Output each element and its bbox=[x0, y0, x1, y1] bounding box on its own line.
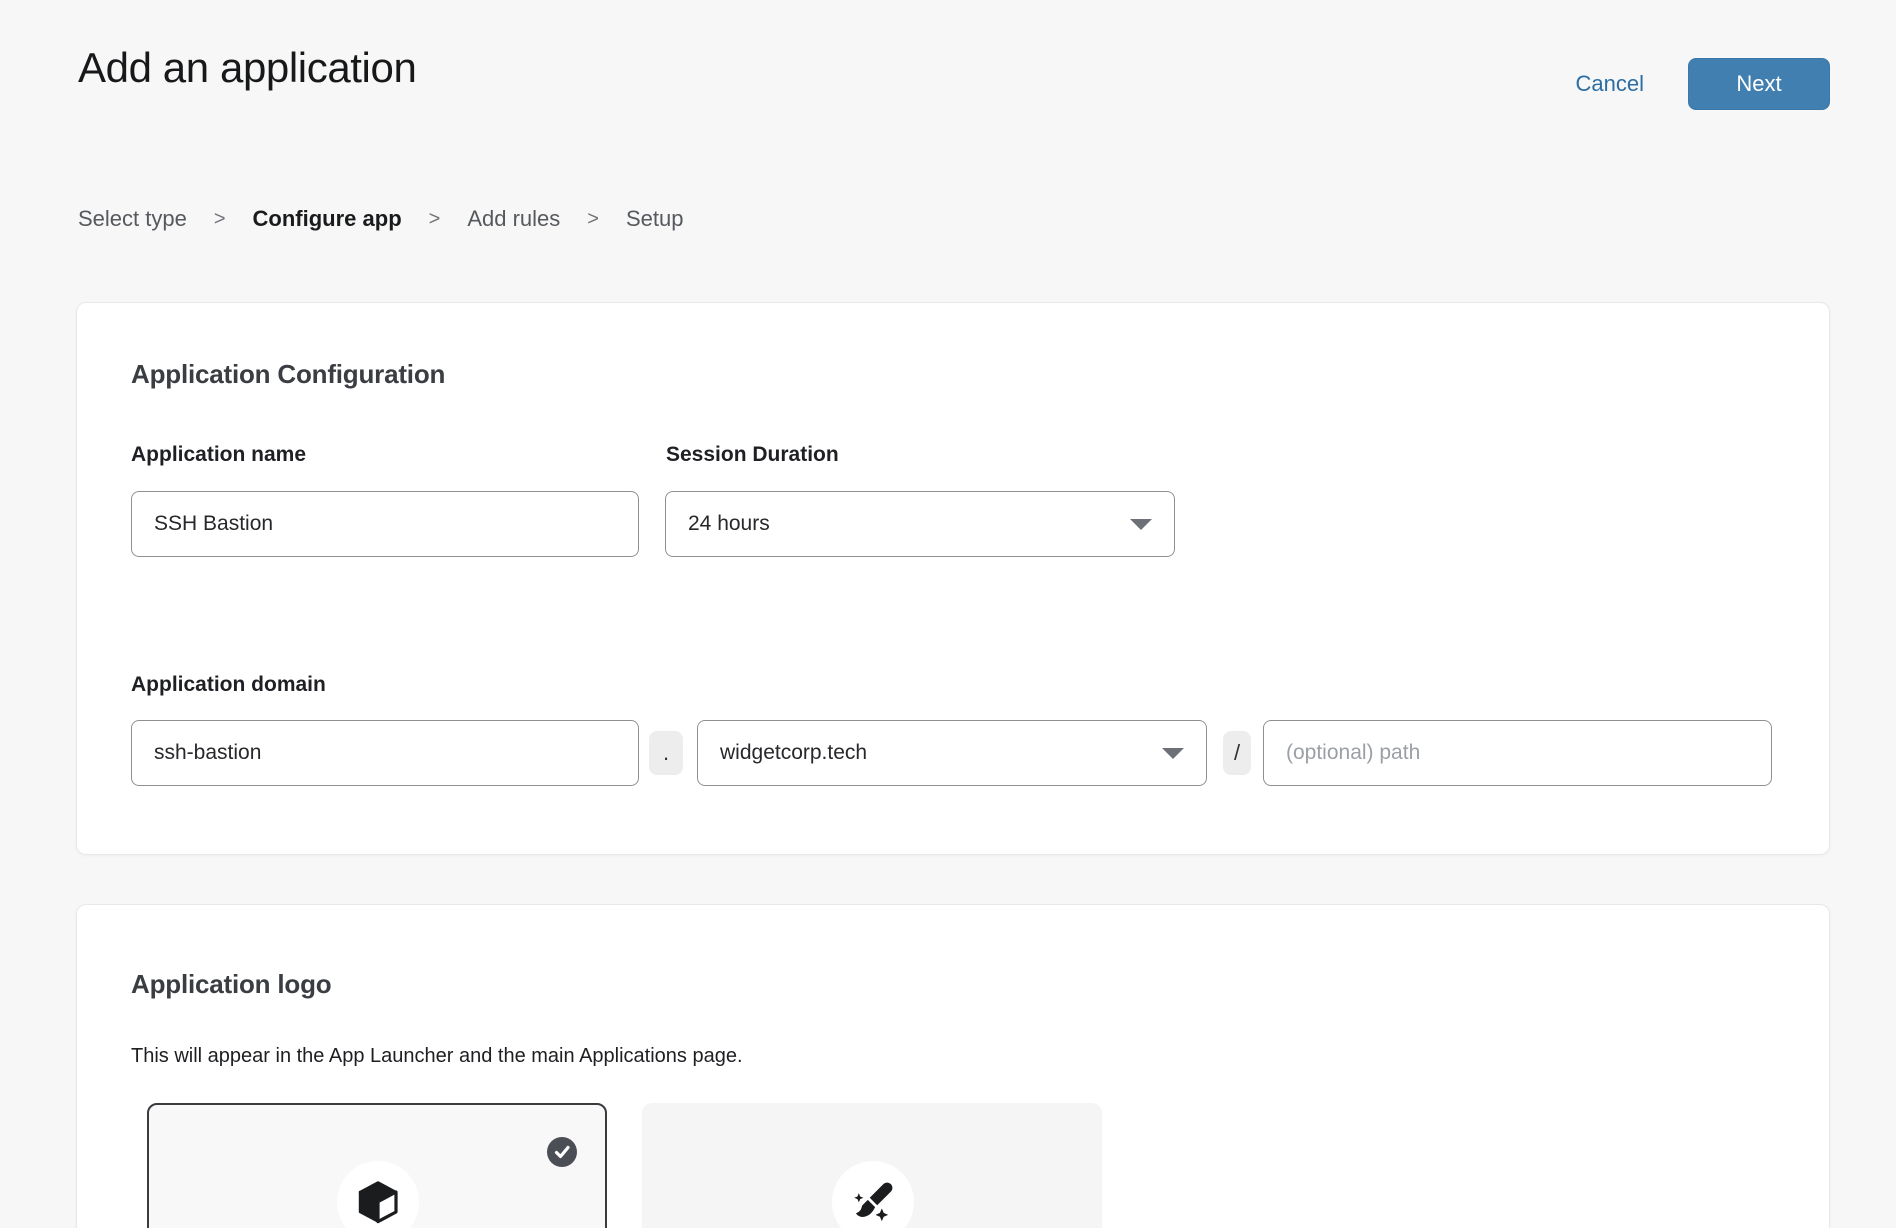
step-configure-app[interactable]: Configure app bbox=[253, 206, 402, 232]
application-name-input[interactable] bbox=[131, 491, 639, 557]
default-logo-circle bbox=[337, 1161, 419, 1228]
session-duration-label: Session Duration bbox=[666, 443, 839, 467]
slash-separator: / bbox=[1223, 731, 1251, 775]
session-duration-select[interactable]: 24 hours bbox=[665, 491, 1175, 557]
step-setup[interactable]: Setup bbox=[626, 206, 684, 232]
subdomain-input[interactable] bbox=[131, 720, 639, 786]
dot-separator: . bbox=[649, 731, 683, 775]
domain-select[interactable]: widgetcorp.tech bbox=[697, 720, 1207, 786]
domain-value: widgetcorp.tech bbox=[720, 741, 867, 765]
step-select-type[interactable]: Select type bbox=[78, 206, 187, 232]
paintbrush-sparkles-icon bbox=[850, 1179, 896, 1225]
chevron-down-icon bbox=[1162, 748, 1184, 759]
breadcrumb: Select type > Configure app > Add rules … bbox=[78, 206, 683, 232]
chevron-down-icon bbox=[1130, 519, 1152, 530]
config-card-heading: Application Configuration bbox=[131, 359, 445, 390]
page-title: Add an application bbox=[78, 44, 416, 92]
logo-card-description: This will appear in the App Launcher and… bbox=[131, 1045, 743, 1068]
next-button[interactable]: Next bbox=[1688, 58, 1830, 110]
cube-icon bbox=[354, 1178, 402, 1226]
application-domain-label: Application domain bbox=[131, 673, 326, 697]
header-actions: Cancel Next bbox=[1576, 58, 1830, 110]
path-input[interactable] bbox=[1263, 720, 1772, 786]
application-configuration-card: Application Configuration Application na… bbox=[76, 302, 1830, 855]
session-duration-value: 24 hours bbox=[688, 512, 770, 536]
logo-option-default[interactable] bbox=[147, 1103, 607, 1228]
add-application-page: Add an application Cancel Next Select ty… bbox=[0, 0, 1896, 1228]
application-logo-card: Application logo This will appear in the… bbox=[76, 904, 1830, 1228]
step-add-rules[interactable]: Add rules bbox=[467, 206, 560, 232]
chevron-right-icon: > bbox=[214, 208, 226, 231]
cancel-button[interactable]: Cancel bbox=[1576, 71, 1644, 97]
application-name-label: Application name bbox=[131, 443, 306, 467]
chevron-right-icon: > bbox=[429, 208, 441, 231]
chevron-right-icon: > bbox=[587, 208, 599, 231]
logo-option-custom[interactable] bbox=[642, 1103, 1102, 1228]
custom-logo-circle bbox=[832, 1161, 914, 1228]
logo-card-heading: Application logo bbox=[131, 969, 331, 1000]
selected-check-icon bbox=[547, 1137, 577, 1167]
